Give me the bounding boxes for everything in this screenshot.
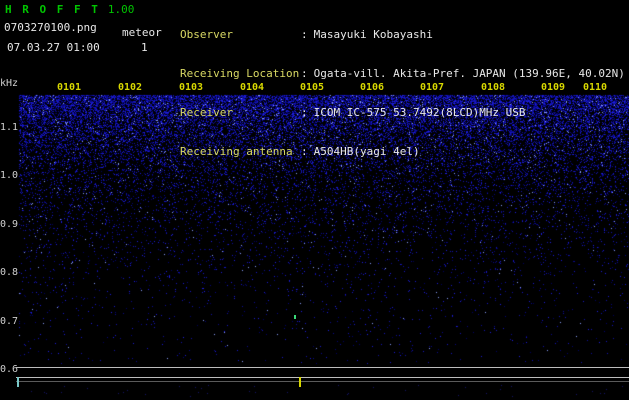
datetime-label: 07.03.27 01:00: [7, 41, 100, 54]
meteor-count: 1: [141, 41, 148, 54]
mode-label: meteor: [122, 26, 162, 39]
time-tick-0103: 0103: [179, 82, 204, 93]
freq-tick-0p8: 0.8: [0, 267, 19, 278]
signal-baseline-upper: [16, 367, 629, 368]
info-label-receiver: Receiver: [180, 106, 233, 119]
signal-baseline-shadow: [16, 381, 629, 382]
app-title-text: H R O F F T: [5, 3, 100, 16]
info-row-receiver: Receiver: ICOM IC-575 53.7492(8LCD)MHz US…: [180, 106, 625, 119]
time-tick-0104: 0104: [240, 82, 265, 93]
axis-origin-tick: [17, 377, 19, 387]
time-tick-0107: 0107: [420, 82, 445, 93]
time-tick-0106: 0106: [360, 82, 385, 93]
signal-baseline-lower: [16, 377, 629, 378]
time-tick-0102: 0102: [118, 82, 143, 93]
info-colon: :: [301, 67, 308, 80]
hrofft-window: H R O F F T 1.00 0703270100.png meteor 07…: [0, 0, 629, 400]
info-colon: :: [301, 106, 308, 119]
time-tick-0101: 0101: [57, 82, 82, 93]
time-tick-0105: 0105: [300, 82, 325, 93]
app-version: 1.00: [107, 3, 135, 16]
info-value-antenna: A504HB(yagi 4el): [313, 145, 420, 158]
freq-tick-0p9: 0.9: [0, 219, 19, 230]
freq-tick-1p0: 1.0: [0, 170, 19, 181]
info-label-antenna: Receiving antenna: [180, 145, 293, 158]
meteor-signal-pulse: [299, 377, 301, 387]
freq-tick-1p1: 1.1: [0, 122, 19, 133]
time-tick-0110: 0110: [583, 82, 608, 93]
output-filename: 0703270100.png: [4, 21, 97, 34]
freq-tick-0p6: 0.6: [0, 364, 19, 375]
info-colon: :: [301, 145, 308, 158]
info-label-location: Receiving Location: [180, 67, 300, 80]
info-value-location: Ogata-vill. Akita-Pref. JAPAN (139.96E, …: [313, 67, 625, 80]
freq-unit-label: kHz: [0, 78, 19, 89]
app-title: H R O F F T 1.00: [5, 3, 134, 16]
time-tick-0109: 0109: [541, 82, 566, 93]
time-tick-0108: 0108: [481, 82, 506, 93]
info-value-receiver: ICOM IC-575 53.7492(8LCD)MHz USB: [313, 106, 526, 119]
station-info: Observer: Masayuki Kobayashi Receiving Lo…: [180, 2, 625, 184]
info-row-observer: Observer: Masayuki Kobayashi: [180, 28, 625, 41]
info-label-observer: Observer: [180, 28, 233, 41]
info-colon: :: [301, 28, 308, 41]
info-row-location: Receiving Location: Ogata-vill. Akita-Pre…: [180, 67, 625, 80]
meteor-echo-dot: [294, 315, 296, 319]
info-value-observer: Masayuki Kobayashi: [313, 28, 433, 41]
info-row-antenna: Receiving antenna: A504HB(yagi 4el): [180, 145, 625, 158]
freq-tick-0p7: 0.7: [0, 316, 19, 327]
